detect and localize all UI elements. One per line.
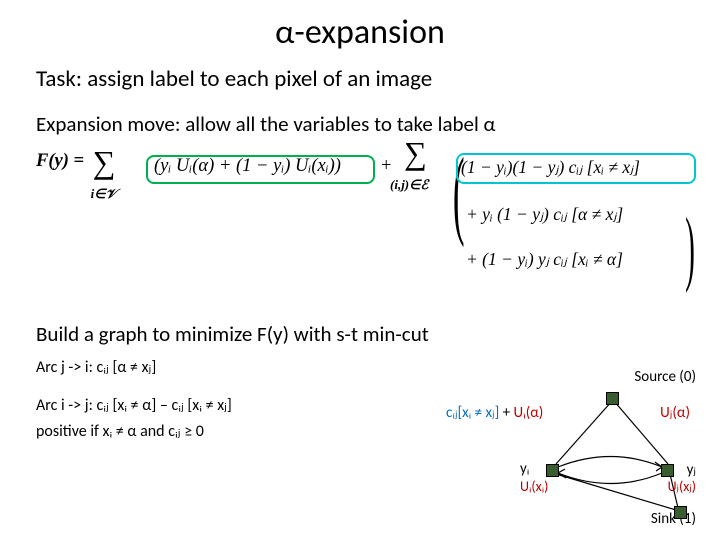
- pairwise-term-2: + yᵢ (1 − yⱼ) cᵢⱼ [α ≠ xⱼ]: [466, 204, 623, 225]
- sum-over-e: ∑(i,j)∈ℰ: [404, 147, 427, 159]
- build-graph-line: Build a graph to minimize F(y) with s-t …: [36, 321, 684, 347]
- cij-part: cᵢⱼ[xᵢ ≠ xⱼ]: [446, 404, 499, 422]
- sink-node: [674, 506, 687, 519]
- sum2-sub: (i,j)∈ℰ: [390, 179, 428, 191]
- pairwise-term-3: + (1 − yᵢ) yⱼ cᵢⱼ [xᵢ ≠ α]: [466, 249, 623, 270]
- ui-xi-label: Uᵢ(xᵢ): [520, 478, 548, 495]
- src-to-i-edge-label: cᵢⱼ[xᵢ ≠ xⱼ] + Uᵢ(α): [446, 403, 543, 422]
- plus-between-sums: +: [381, 156, 391, 177]
- node-i: [546, 464, 559, 477]
- pairwise-term-1: (1 − yᵢ)(1 − yⱼ) cᵢⱼ [xᵢ ≠ xⱼ]: [461, 157, 640, 178]
- uj-alpha-label: Uⱼ(α): [660, 403, 690, 422]
- task-line: Task: assign label to each pixel of an i…: [36, 65, 684, 93]
- graph-diagram: Source (0) Sink (1) Uⱼ(α) cᵢⱼ[xᵢ ≠ xⱼ] +…: [446, 368, 696, 528]
- source-label: Source (0): [634, 368, 696, 386]
- graph-edges: [446, 368, 696, 528]
- eq-lhs: F(y) =: [36, 151, 84, 171]
- big-paren-right: ): [685, 206, 695, 290]
- yj-label: yⱼ: [687, 460, 696, 479]
- source-node: [606, 392, 619, 405]
- slide: α-expansion Task: assign label to each p…: [0, 0, 720, 540]
- unary-term: (yᵢ Uᵢ(α) + (1 − yᵢ) Uᵢ(xᵢ)): [154, 156, 341, 177]
- edge-plus: +: [499, 404, 513, 422]
- equation-block: F(y) = ∑i∈𝒱 (yᵢ Uᵢ(α) + (1 − yᵢ) Uᵢ(xᵢ))…: [36, 151, 684, 321]
- ui-alpha-part: Uᵢ(α): [514, 404, 544, 422]
- sum1-sub: i∈𝒱: [91, 188, 117, 200]
- uj-xj-label: Uⱼ(xⱼ): [668, 478, 696, 495]
- sum-over-v: ∑i∈𝒱: [93, 156, 116, 168]
- yi-label: yᵢ: [520, 460, 529, 478]
- expansion-line: Expansion move: allow all the variables …: [36, 111, 684, 137]
- slide-title: α-expansion: [36, 12, 684, 53]
- node-j: [661, 464, 674, 477]
